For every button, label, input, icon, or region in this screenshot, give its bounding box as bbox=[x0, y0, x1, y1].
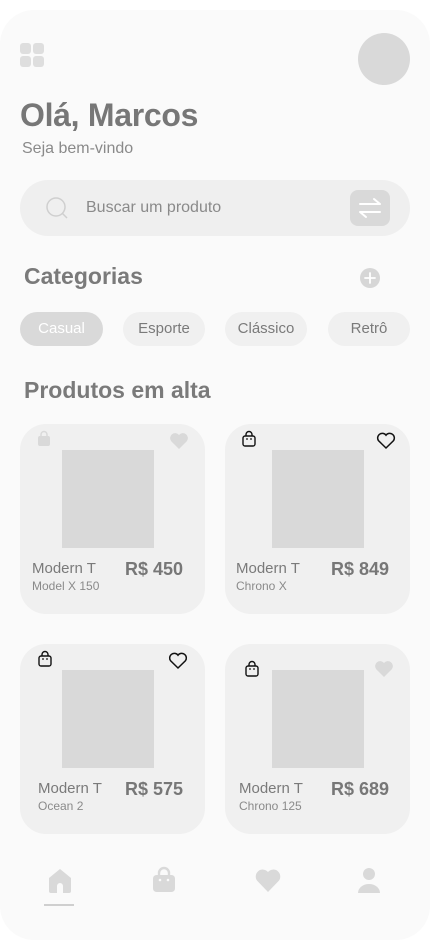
user-icon bbox=[358, 868, 380, 893]
product-name: Modern T bbox=[239, 780, 303, 797]
search-bar bbox=[20, 180, 410, 236]
product-price: R$ 575 bbox=[125, 779, 184, 799]
chip-esporte[interactable]: Esporte bbox=[123, 312, 205, 346]
nav-profile[interactable] bbox=[349, 862, 389, 906]
filter-button[interactable] bbox=[350, 190, 390, 226]
heart-icon[interactable] bbox=[169, 432, 189, 450]
trending-title: Produtos em alta bbox=[24, 377, 211, 403]
greeting-subtitle: Seja bem-vindo bbox=[22, 140, 134, 157]
product-model: Chrono 125 bbox=[239, 799, 302, 813]
home-icon bbox=[49, 869, 71, 893]
chip-classico[interactable]: Clássico bbox=[225, 312, 307, 346]
active-tab-indicator bbox=[44, 904, 74, 906]
bag-icon[interactable] bbox=[36, 430, 52, 448]
product-image bbox=[62, 670, 154, 768]
product-name: Modern T bbox=[236, 560, 300, 577]
product-image bbox=[272, 670, 364, 768]
add-category-button[interactable] bbox=[360, 268, 380, 288]
nav-home[interactable] bbox=[40, 862, 80, 906]
search-input[interactable] bbox=[86, 194, 336, 222]
grid-menu-icon[interactable] bbox=[20, 43, 46, 69]
heart-icon bbox=[255, 869, 281, 892]
chip-casual[interactable]: Casual bbox=[20, 312, 103, 346]
product-name: Modern T bbox=[38, 780, 102, 797]
search-icon bbox=[46, 197, 68, 219]
product-price: R$ 849 bbox=[331, 559, 390, 579]
category-chips: Casual Esporte Clássico Retrô bbox=[0, 312, 430, 346]
nav-favorites[interactable] bbox=[248, 862, 288, 906]
product-model: Model X 150 bbox=[32, 579, 100, 593]
swap-arrows-icon bbox=[359, 198, 381, 218]
product-card[interactable]: Modern T Chrono X R$ 849 bbox=[225, 424, 410, 614]
bag-icon[interactable] bbox=[241, 430, 257, 448]
heart-icon[interactable] bbox=[168, 652, 188, 670]
product-price: R$ 450 bbox=[125, 559, 184, 579]
bag-icon[interactable] bbox=[37, 650, 53, 668]
product-price: R$ 689 bbox=[331, 779, 390, 799]
app-screen: Olá, Marcos Seja bem-vindo Categorias Ca… bbox=[0, 10, 430, 940]
product-name: Modern T bbox=[32, 560, 96, 577]
bag-icon[interactable] bbox=[244, 660, 260, 678]
plus-icon bbox=[364, 272, 376, 284]
product-card[interactable]: Modern T Model X 150 R$ 450 bbox=[20, 424, 205, 614]
product-model: Chrono X bbox=[236, 579, 287, 593]
nav-bag[interactable] bbox=[144, 862, 184, 906]
product-model: Ocean 2 bbox=[38, 799, 84, 813]
product-image bbox=[272, 450, 364, 548]
bottom-nav bbox=[0, 862, 430, 922]
avatar[interactable] bbox=[358, 33, 410, 85]
product-image bbox=[62, 450, 154, 548]
product-card[interactable]: Modern T Chrono 125 R$ 689 bbox=[225, 644, 410, 834]
chip-retro[interactable]: Retrô bbox=[328, 312, 410, 346]
heart-icon[interactable] bbox=[374, 660, 394, 678]
categories-title: Categorias bbox=[24, 263, 143, 289]
bag-icon bbox=[153, 866, 175, 892]
product-card[interactable]: Modern T Ocean 2 R$ 575 bbox=[20, 644, 205, 834]
heart-icon[interactable] bbox=[376, 432, 396, 450]
greeting-title: Olá, Marcos bbox=[20, 97, 199, 133]
